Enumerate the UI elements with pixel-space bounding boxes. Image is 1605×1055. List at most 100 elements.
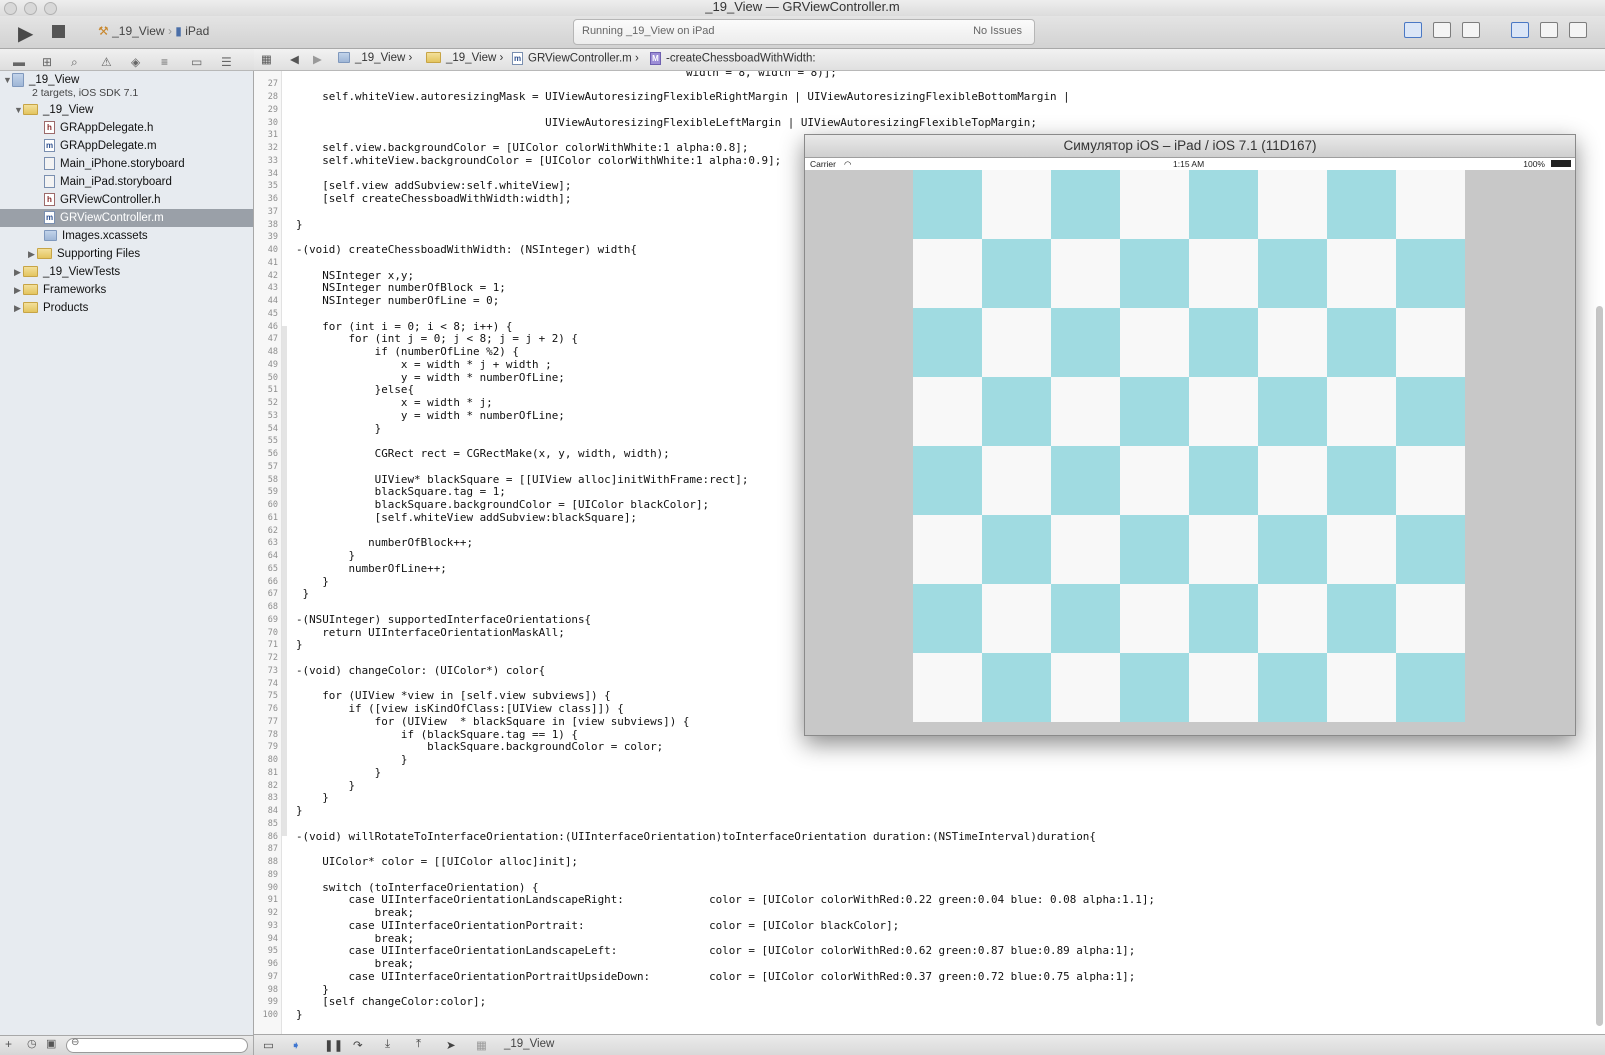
code-line: } bbox=[296, 804, 303, 817]
simulator-title: Симулятор iOS – iPad / iOS 7.1 (11D167) bbox=[805, 135, 1575, 158]
line-number: 39 bbox=[267, 232, 278, 243]
code-line: return UIInterfaceOrientationMaskAll; bbox=[296, 625, 565, 639]
code-line: case UIInterfaceOrientationPortraitUpsid… bbox=[296, 969, 1136, 983]
line-number: 100 bbox=[262, 1010, 278, 1020]
chess-square-light bbox=[982, 308, 1051, 377]
window-titlebar: _19_View — GRViewController.m bbox=[0, 0, 1605, 16]
code-line: NSInteger x,y; bbox=[296, 268, 415, 282]
related-items-icon[interactable]: ▦ bbox=[261, 52, 272, 66]
code-line: self.whiteView.autoresizingMask = UIView… bbox=[296, 90, 1070, 103]
chess-square-light bbox=[913, 653, 982, 722]
issues-status[interactable]: No Issues bbox=[973, 25, 1022, 37]
run-button[interactable]: ▶ bbox=[18, 21, 33, 46]
breadcrumb-group[interactable]: _19_View › bbox=[426, 52, 503, 64]
source-control-filter-icon[interactable]: ▣ bbox=[46, 1037, 56, 1050]
nav-item-group[interactable]: ▶ Frameworks bbox=[14, 281, 106, 299]
step-into-icon[interactable]: ⤓ bbox=[385, 1038, 390, 1051]
line-number: 68 bbox=[267, 602, 278, 612]
nav-item-file[interactable]: Main_iPhone.storyboard bbox=[44, 155, 185, 173]
ios-simulator-window[interactable]: Симулятор iOS – iPad / iOS 7.1 (11D167) … bbox=[804, 134, 1576, 736]
stop-button[interactable] bbox=[52, 25, 65, 38]
nav-item-file[interactable]: h GRAppDelegate.h bbox=[44, 119, 153, 137]
back-arrow-icon[interactable]: ◀ bbox=[290, 52, 299, 66]
line-number: 78 bbox=[267, 729, 278, 740]
code-line: self.view.backgroundColor = [UIColor col… bbox=[296, 141, 749, 154]
code-line: CGRect rect = CGRectMake(x, y, width, wi… bbox=[296, 447, 670, 460]
log-icon: ☰ bbox=[221, 55, 232, 69]
line-number: 98 bbox=[267, 984, 278, 995]
recent-files-icon[interactable]: ◷ bbox=[27, 1037, 37, 1050]
chess-square-light bbox=[1396, 446, 1465, 515]
breadcrumb-file[interactable]: m GRViewController.m › bbox=[512, 52, 639, 65]
breakpoints-toggle-icon[interactable]: ➧ bbox=[291, 1038, 301, 1052]
line-number: 77 bbox=[267, 716, 278, 727]
nav-item-group[interactable]: ▼ _19_View bbox=[14, 101, 93, 119]
code-line: break; bbox=[296, 931, 415, 945]
minimize-window-button[interactable] bbox=[24, 2, 37, 15]
add-icon[interactable]: + bbox=[5, 1037, 12, 1051]
folder-icon bbox=[23, 284, 38, 296]
battery-percent: 100% bbox=[1523, 159, 1545, 169]
code-folding-ribbon[interactable] bbox=[282, 326, 287, 836]
line-number-gutter[interactable]: 27 28 29 30 31 32 33 34 35 36 37 38 39 40 41 42 43 44 45 46… bbox=[254, 71, 282, 1034]
pause-icon[interactable]: ❚❚ bbox=[324, 1038, 343, 1052]
breadcrumb-method[interactable]: M -createChessboadWithWidth: bbox=[650, 52, 816, 65]
code-line: } bbox=[296, 791, 329, 805]
scheme-selector[interactable]: ⚒ _19_View › ▮ iPad bbox=[98, 24, 209, 38]
simulate-location-icon[interactable]: ➤ bbox=[446, 1038, 456, 1052]
line-number: 82 bbox=[267, 780, 278, 791]
step-out-icon[interactable]: ⤒ bbox=[416, 1038, 421, 1051]
app-target-icon: ⚒ bbox=[98, 24, 109, 38]
folder-icon bbox=[37, 248, 52, 260]
line-number: 45 bbox=[267, 308, 278, 319]
window-title-separator: — bbox=[765, 0, 779, 14]
chess-square-light bbox=[1396, 308, 1465, 377]
toggle-navigator-button[interactable] bbox=[1511, 22, 1529, 38]
chess-square-colored bbox=[913, 584, 982, 653]
nav-item-group[interactable]: ▶ Products bbox=[14, 299, 88, 317]
line-number: 63 bbox=[267, 538, 278, 549]
assistant-editor-button[interactable] bbox=[1433, 22, 1451, 38]
line-number: 81 bbox=[267, 767, 278, 778]
window-title-file: GRViewController.m bbox=[782, 0, 900, 14]
line-number: 61 bbox=[267, 512, 278, 523]
close-window-button[interactable] bbox=[4, 2, 17, 15]
version-editor-button[interactable] bbox=[1462, 22, 1480, 38]
line-number: 88 bbox=[267, 857, 278, 867]
standard-editor-button[interactable] bbox=[1404, 22, 1422, 38]
zoom-window-button[interactable] bbox=[44, 2, 57, 15]
nav-item-file[interactable]: Main_iPad.storyboard bbox=[44, 173, 172, 191]
line-number: 56 bbox=[267, 449, 278, 459]
code-line: -(void) willRotateToInterfaceOrientation… bbox=[296, 829, 1096, 843]
project-icon bbox=[338, 52, 350, 64]
chess-square-colored bbox=[1258, 377, 1327, 446]
editor-scrollbar[interactable] bbox=[1596, 306, 1603, 1026]
breadcrumb-project[interactable]: _19_View › bbox=[338, 52, 412, 64]
nav-item-file[interactable]: Images.xcassets bbox=[44, 227, 148, 245]
nav-item-file[interactable]: m GRAppDelegate.m bbox=[44, 137, 157, 155]
chess-square-light bbox=[1051, 515, 1120, 584]
chess-square-light bbox=[1258, 584, 1327, 653]
chess-square-colored bbox=[1189, 584, 1258, 653]
nav-item-file[interactable]: h GRViewController.h bbox=[44, 191, 161, 209]
nav-item-file-selected[interactable]: m GRViewController.m bbox=[0, 209, 253, 227]
carrier-label: Carrier bbox=[810, 159, 836, 169]
code-line: for (int i = 0; i < 8; i++) { bbox=[296, 319, 513, 333]
navigator-filter-input[interactable]: ⊖ bbox=[66, 1037, 248, 1053]
line-number: 74 bbox=[267, 678, 278, 689]
toggle-utilities-button[interactable] bbox=[1569, 22, 1587, 38]
forward-arrow-icon[interactable]: ▶ bbox=[313, 52, 322, 66]
step-over-icon[interactable]: ↷ bbox=[353, 1038, 363, 1052]
chess-square-light bbox=[1051, 377, 1120, 446]
hierarchy-icon: ⊞ bbox=[42, 55, 53, 69]
nav-item-group[interactable]: ▶ _19_ViewTests bbox=[14, 263, 120, 281]
chess-square-light bbox=[1189, 515, 1258, 584]
implementation-file-icon: m bbox=[44, 139, 55, 153]
nav-item-group[interactable]: ▶ Supporting Files bbox=[28, 245, 140, 263]
hide-debug-area-icon[interactable]: ▭ bbox=[263, 1038, 274, 1052]
toggle-debug-area-button[interactable] bbox=[1540, 22, 1558, 38]
debug-target-label[interactable]: _19_View bbox=[504, 1038, 554, 1050]
nav-item-label: Main_iPad.storyboard bbox=[60, 176, 172, 188]
line-number: 57 bbox=[267, 461, 278, 472]
breadcrumb-label: GRViewController.m bbox=[528, 52, 632, 65]
